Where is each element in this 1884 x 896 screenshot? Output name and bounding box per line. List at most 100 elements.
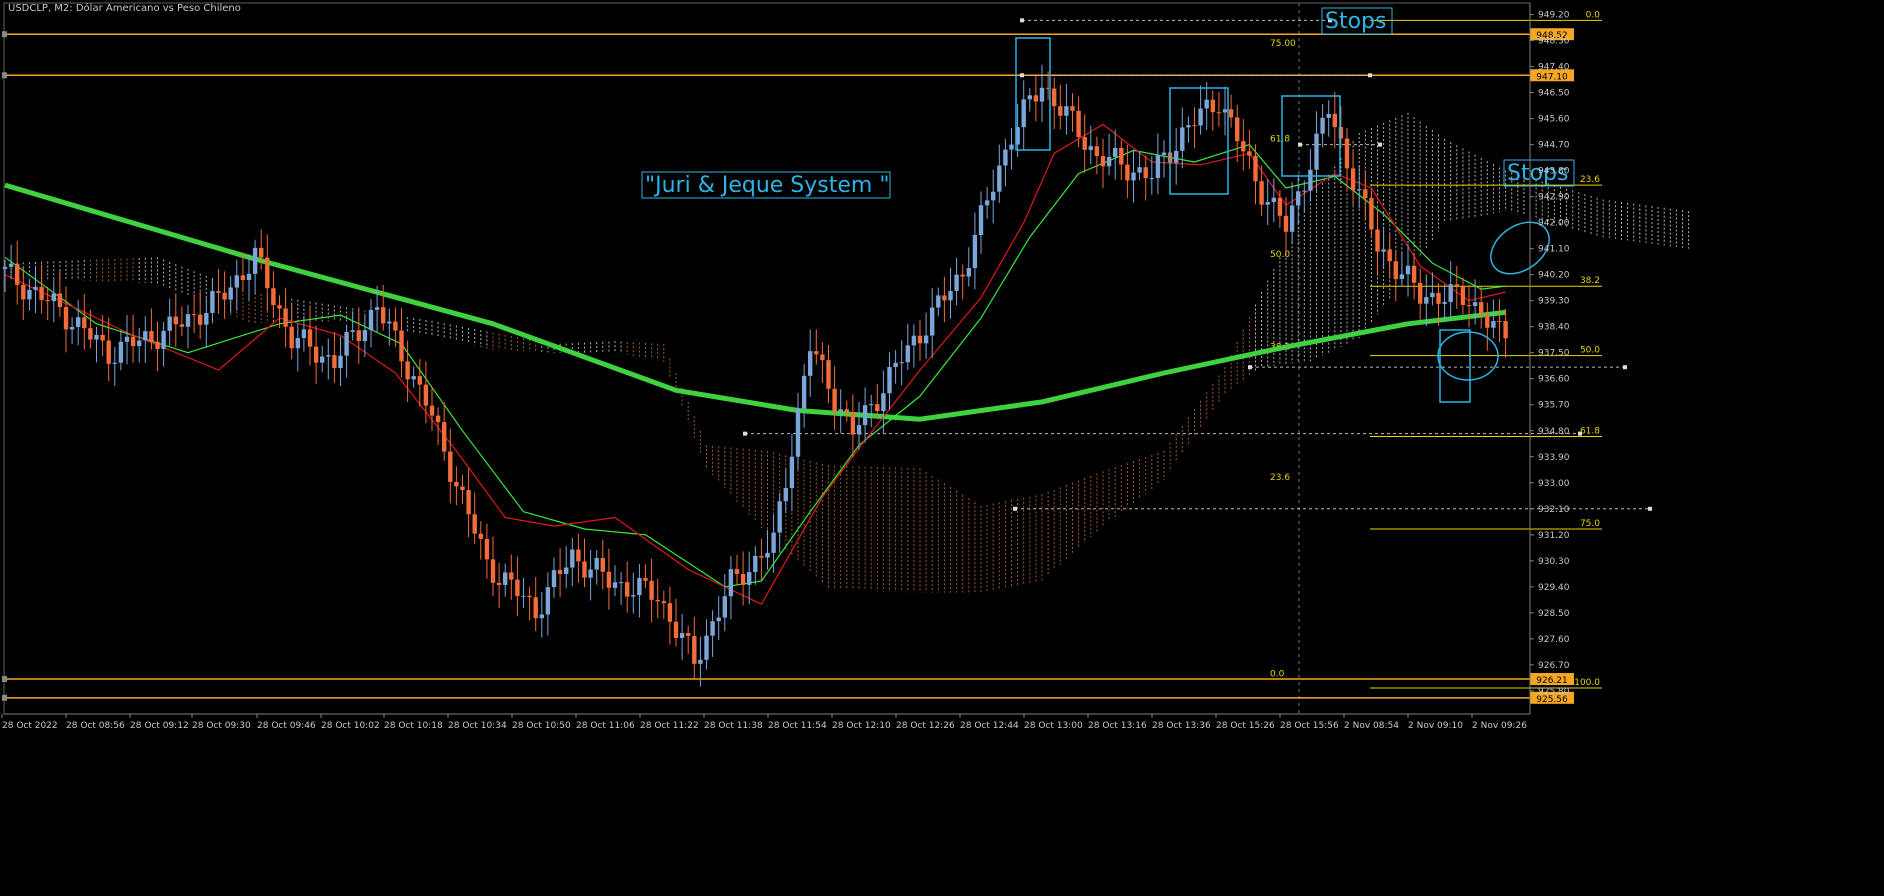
bull-candle (1357, 189, 1362, 191)
bear-candle (1497, 321, 1502, 323)
price-chart[interactable]: 948.52947.10926.21925.56 0.023.638.250.0… (0, 0, 1884, 892)
bear-candle (1363, 189, 1368, 198)
bear-candle (484, 538, 490, 560)
bull-candle (991, 191, 996, 201)
bear-candle (673, 621, 679, 639)
bear-candle (405, 361, 410, 380)
bull-candle (1186, 125, 1191, 128)
bull-candle (789, 456, 795, 489)
bull-candle (881, 393, 886, 411)
bull-candle (1326, 113, 1331, 118)
bear-candle (429, 405, 435, 416)
bull-candle (893, 362, 898, 368)
bull-candle (978, 205, 984, 235)
bear-candle (39, 286, 44, 301)
level-price-label: 926.21 (1536, 676, 1568, 686)
bear-candle (173, 316, 178, 325)
bull-candle (698, 659, 703, 664)
bear-candle (1125, 164, 1130, 181)
bull-candle (1180, 127, 1185, 151)
bull-candle (954, 274, 959, 291)
bear-candle (655, 599, 660, 602)
bull-candle (338, 355, 343, 369)
bull-candle (69, 327, 75, 330)
bull-candle (210, 291, 215, 313)
bull-candle (1161, 152, 1167, 156)
symbol-caption: USDCLP, M2: Dólar Americano vs Peso Chil… (8, 3, 241, 14)
price-tick-label: 948.30 (1538, 37, 1570, 47)
bull-candle (594, 558, 599, 570)
bear-candle (179, 324, 185, 327)
bear-candle (557, 570, 563, 575)
bull-candle (1424, 297, 1429, 304)
time-tick-label: 28 Oct 08:56 (66, 721, 125, 731)
bull-candle (551, 570, 557, 588)
bear-candle (1253, 155, 1258, 182)
bear-candle (1119, 147, 1124, 165)
fib-label-left: 0.0 (1270, 669, 1285, 679)
bull-candle (161, 330, 166, 350)
bear-candle (1503, 321, 1508, 339)
bull-candle (722, 596, 727, 618)
bear-candle (1436, 292, 1441, 304)
bull-candle (362, 330, 368, 342)
bull-candle (801, 375, 807, 409)
bear-candle (820, 354, 825, 361)
bear-candle (271, 288, 276, 306)
bull-candle (1265, 202, 1270, 205)
time-tick-label: 28 Oct 09:30 (192, 721, 251, 731)
bull-candle (838, 409, 843, 412)
time-tick-label: 28 Oct 11:06 (576, 721, 635, 731)
bull-candle (1137, 167, 1142, 173)
bull-candle (777, 501, 782, 533)
bull-candle (124, 336, 130, 342)
bull-candle (27, 289, 32, 300)
bear-candle (1277, 197, 1283, 216)
bear-candle (149, 331, 154, 342)
time-tick-label: 28 Oct 09:12 (130, 721, 189, 731)
bull-candle (808, 351, 813, 376)
dotted-level-handle (743, 431, 747, 436)
bull-candle (795, 408, 801, 457)
price-tick-label: 940.20 (1538, 271, 1570, 281)
bull-candle (51, 293, 56, 302)
bear-candle (850, 412, 856, 435)
bear-candle (21, 284, 26, 300)
price-tick-label: 925.80 (1538, 687, 1570, 697)
bull-candle (1021, 99, 1026, 128)
bull-candle (1399, 274, 1405, 279)
bear-candle (1052, 88, 1057, 107)
bear-candle (15, 263, 20, 285)
bull-candle (374, 307, 380, 310)
bear-candle (466, 490, 471, 515)
bear-candle (1259, 181, 1264, 205)
bull-candle (972, 234, 978, 269)
bear-candle (198, 314, 203, 325)
bear-candle (661, 601, 666, 604)
bull-candle (1430, 292, 1435, 298)
price-tick-label: 926.70 (1538, 661, 1570, 671)
bull-candle (1320, 117, 1325, 134)
bear-candle (917, 335, 923, 344)
bear-candle (1393, 261, 1398, 279)
bull-candle (631, 595, 636, 597)
bear-candle (1387, 249, 1392, 262)
bull-candle (344, 331, 349, 356)
bear-candle (1033, 95, 1039, 102)
bear-candle (265, 257, 270, 289)
bear-candle (740, 573, 746, 585)
chart-area[interactable]: 948.52 947.10 926.21 925.56 0.0 23.6 38.2 50.0… (0, 0, 1884, 892)
bear-candle (435, 415, 441, 423)
level-price-label: 947.10 (1536, 72, 1568, 82)
bull-candle (1149, 178, 1154, 180)
bull-candle (899, 362, 904, 364)
bull-candle (869, 404, 874, 406)
time-tick-label: 28 Oct 11:22 (640, 721, 699, 731)
price-tick-label: 947.40 (1538, 63, 1570, 73)
bull-candle (1003, 149, 1008, 166)
bear-candle (216, 291, 221, 293)
bear-candle (88, 328, 93, 340)
bear-candle (759, 555, 764, 558)
bull-candle (1009, 144, 1014, 150)
dotted-level-handle (1378, 142, 1382, 147)
